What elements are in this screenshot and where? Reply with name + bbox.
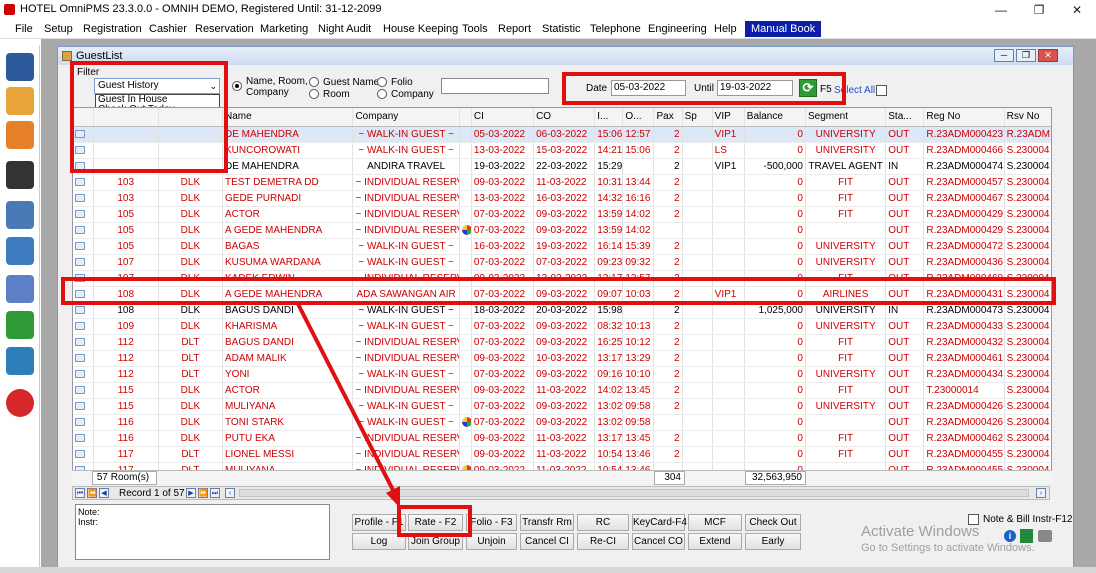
status-bar xyxy=(0,567,1096,573)
annotation-arrow xyxy=(295,301,400,508)
